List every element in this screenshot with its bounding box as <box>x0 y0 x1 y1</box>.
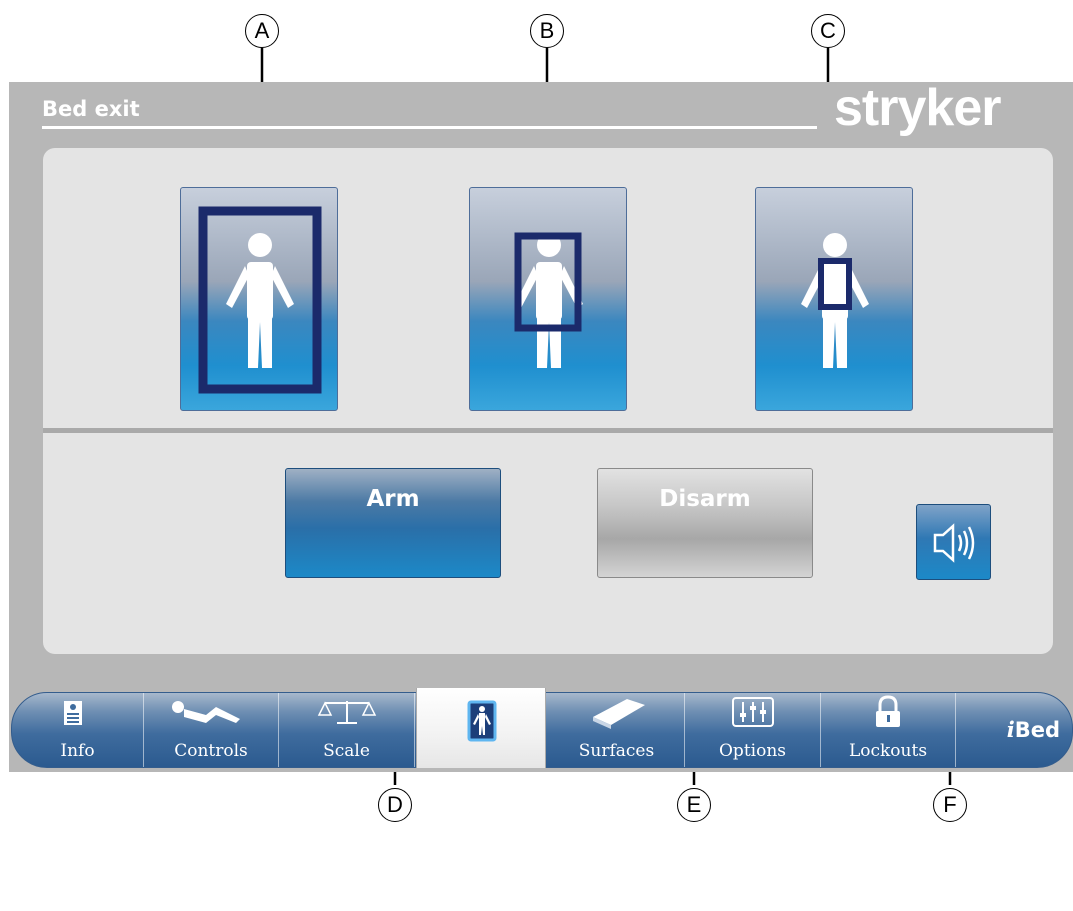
person-zone-2-icon <box>514 232 583 368</box>
speaker-icon <box>933 523 975 563</box>
zone-1-button[interactable] <box>180 187 338 411</box>
nav-options-label: Options <box>719 741 786 761</box>
nav-lockouts-label: Lockouts <box>848 741 928 761</box>
callout-a: A <box>245 14 279 48</box>
nav-controls[interactable]: Controls <box>144 693 279 767</box>
arm-button[interactable]: Arm <box>285 468 501 578</box>
nav-options[interactable]: Options <box>685 693 821 767</box>
disarm-button[interactable]: Disarm <box>597 468 813 578</box>
bed-exit-icon <box>467 700 497 742</box>
callout-c: C <box>811 14 845 48</box>
callout-d: D <box>378 788 412 822</box>
person-zone-3-icon <box>801 233 869 368</box>
nav-lockouts[interactable]: Lockouts <box>821 693 956 767</box>
bed-exit-screen: Bed exit stryker Arm Disarm Info Control… <box>9 79 1073 772</box>
nav-info-label: Info <box>60 741 95 761</box>
nav-scale-label: Scale <box>323 741 370 761</box>
ibed-logo: iBed <box>1006 717 1060 742</box>
nav-surfaces-label: Surfaces <box>578 741 655 761</box>
nav-bed-exit[interactable] <box>416 688 546 768</box>
control-panel <box>43 433 1053 654</box>
brand-logo: stryker <box>834 79 1001 137</box>
zone-2-button[interactable] <box>469 187 627 411</box>
zone-3-button[interactable] <box>755 187 913 411</box>
nav-info[interactable]: Info <box>12 693 144 767</box>
title-underline <box>42 126 817 129</box>
callout-e: E <box>677 788 711 822</box>
nav-scale[interactable]: Scale <box>279 693 415 767</box>
nav-surfaces[interactable]: Surfaces <box>549 693 685 767</box>
page-title: Bed exit <box>42 97 140 121</box>
callout-f: F <box>933 788 967 822</box>
nav-controls-label: Controls <box>174 741 248 761</box>
person-zone-1-icon <box>198 206 322 394</box>
volume-button[interactable] <box>916 504 991 580</box>
callout-b: B <box>530 14 564 48</box>
nav-ibed[interactable]: iBed <box>956 693 1072 767</box>
